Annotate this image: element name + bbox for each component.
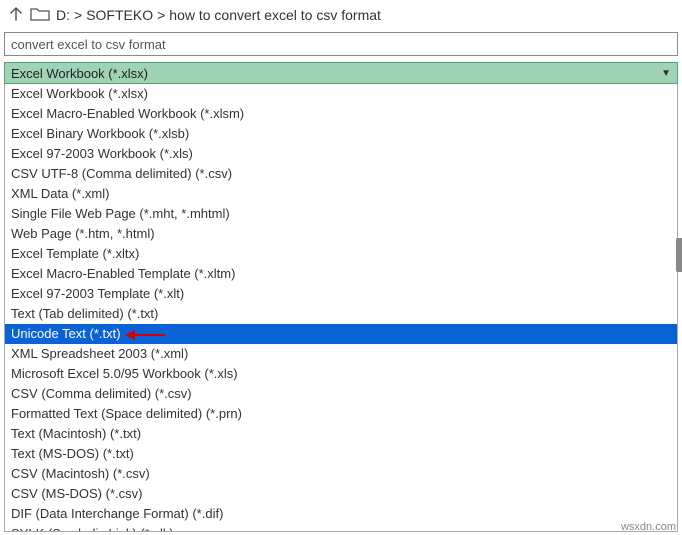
dropdown-item[interactable]: CSV (MS-DOS) (*.csv) [5, 484, 677, 504]
file-type-dropdown-list[interactable]: Excel Workbook (*.xlsx)Excel Macro-Enabl… [4, 84, 678, 532]
dropdown-item[interactable]: Excel 97-2003 Template (*.xlt) [5, 284, 677, 304]
dropdown-item[interactable]: Excel Macro-Enabled Workbook (*.xlsm) [5, 104, 677, 124]
breadcrumb-segment[interactable]: D: [56, 7, 70, 23]
dropdown-selected-label: Excel Workbook (*.xlsx) [11, 66, 148, 81]
dropdown-item[interactable]: Excel 97-2003 Workbook (*.xls) [5, 144, 677, 164]
breadcrumb-separator: > [74, 7, 82, 23]
dropdown-item[interactable]: CSV (Comma delimited) (*.csv) [5, 384, 677, 404]
up-arrow-icon[interactable] [8, 6, 24, 25]
folder-icon[interactable] [30, 6, 50, 25]
dropdown-item[interactable]: Excel Binary Workbook (*.xlsb) [5, 124, 677, 144]
dropdown-item[interactable]: XML Spreadsheet 2003 (*.xml) [5, 344, 677, 364]
dropdown-item[interactable]: Text (Tab delimited) (*.txt) [5, 304, 677, 324]
side-handle[interactable] [676, 238, 682, 272]
search-row [0, 30, 682, 58]
toolbar: D: > SOFTEKO > how to convert excel to c… [0, 0, 682, 30]
file-type-dropdown[interactable]: Excel Workbook (*.xlsx) ▼ [4, 62, 678, 84]
dropdown-item[interactable]: DIF (Data Interchange Format) (*.dif) [5, 504, 677, 524]
dropdown-item[interactable]: Web Page (*.htm, *.html) [5, 224, 677, 244]
dropdown-item[interactable]: Excel Template (*.xltx) [5, 244, 677, 264]
dropdown-item[interactable]: Excel Macro-Enabled Template (*.xltm) [5, 264, 677, 284]
dropdown-item[interactable]: Single File Web Page (*.mht, *.mhtml) [5, 204, 677, 224]
dropdown-item[interactable]: Text (Macintosh) (*.txt) [5, 424, 677, 444]
dropdown-item[interactable]: CSV (Macintosh) (*.csv) [5, 464, 677, 484]
watermark: wsxdn.com [621, 521, 676, 533]
dropdown-item[interactable]: Excel Workbook (*.xlsx) [5, 84, 677, 104]
dropdown-item[interactable]: SYLK (Symbolic Link) (*.slk) [5, 524, 677, 532]
dropdown-item[interactable]: Formatted Text (Space delimited) (*.prn) [5, 404, 677, 424]
breadcrumb-separator: > [157, 7, 165, 23]
dropdown-item[interactable]: Text (MS-DOS) (*.txt) [5, 444, 677, 464]
breadcrumb-segment[interactable]: SOFTEKO [86, 7, 153, 23]
search-input[interactable] [4, 32, 678, 56]
dropdown-item[interactable]: XML Data (*.xml) [5, 184, 677, 204]
annotation-arrow-icon [125, 328, 165, 340]
breadcrumb-segment[interactable]: how to convert excel to csv format [169, 7, 381, 23]
breadcrumb[interactable]: D: > SOFTEKO > how to convert excel to c… [56, 7, 381, 23]
chevron-down-icon: ▼ [661, 68, 671, 79]
dropdown-item[interactable]: CSV UTF-8 (Comma delimited) (*.csv) [5, 164, 677, 184]
dropdown-item[interactable]: Unicode Text (*.txt) [5, 324, 677, 344]
dropdown-item[interactable]: Microsoft Excel 5.0/95 Workbook (*.xls) [5, 364, 677, 384]
